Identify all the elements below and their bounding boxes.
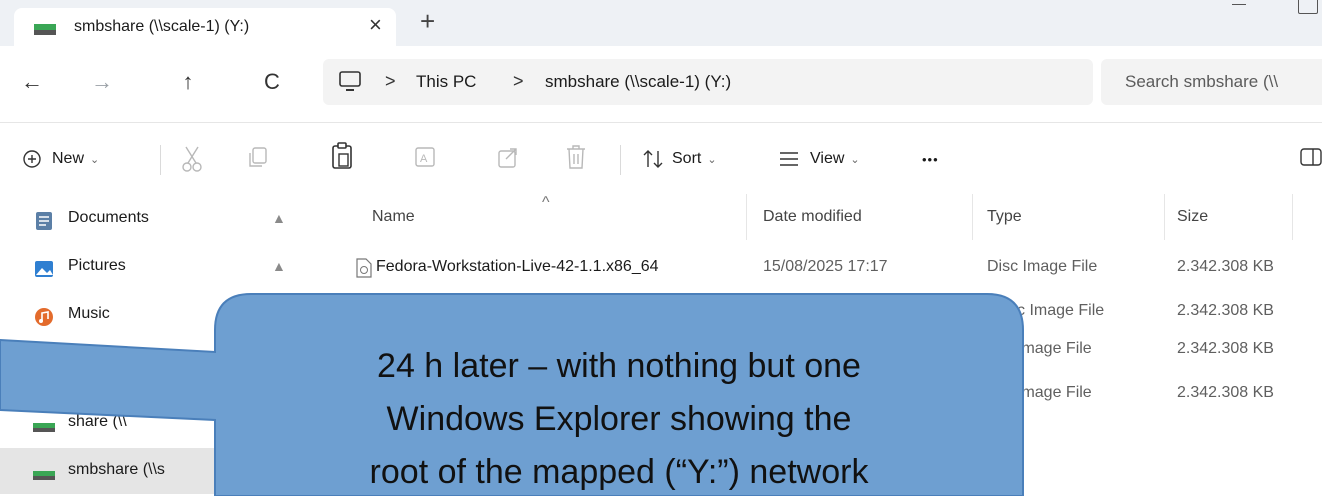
chevron-down-icon: ⌄ bbox=[850, 153, 860, 166]
view-icon bbox=[780, 152, 798, 166]
refresh-button[interactable]: C bbox=[256, 64, 288, 100]
pin-icon: ▲ bbox=[272, 210, 286, 226]
network-drive-icon bbox=[34, 24, 56, 35]
column-header-type[interactable]: Type bbox=[987, 208, 1022, 226]
file-type: sc Image File bbox=[1009, 302, 1105, 319]
rename-icon[interactable]: A bbox=[413, 145, 439, 171]
forward-button[interactable]: → bbox=[86, 64, 118, 100]
column-header-name[interactable]: Name bbox=[372, 208, 415, 226]
delete-icon[interactable] bbox=[564, 143, 588, 171]
details-pane-icon[interactable] bbox=[1300, 147, 1322, 167]
pin-icon: ▲ bbox=[272, 258, 286, 274]
pictures-icon bbox=[35, 261, 53, 277]
sidebar-item-pictures[interactable]: Pictures ▲ bbox=[0, 244, 322, 290]
sort-ascending-indicator: ^ bbox=[542, 194, 550, 211]
breadcrumb-smbshare[interactable]: smbshare (\\scale-1) (Y:) bbox=[545, 72, 731, 92]
tab-smbshare[interactable]: smbshare (\\scale-1) (Y:) × bbox=[14, 8, 396, 46]
command-bar: New ⌄ A Sort ⌄ View ⌄ ••• bbox=[0, 122, 1322, 194]
column-header-date[interactable]: Date modified bbox=[763, 208, 862, 226]
callout-text: 24 h later – with nothing but one Window… bbox=[215, 306, 1023, 496]
paste-icon[interactable] bbox=[330, 141, 354, 171]
music-icon bbox=[35, 308, 53, 326]
view-label: View bbox=[810, 150, 845, 167]
svg-text:A: A bbox=[420, 153, 428, 165]
breadcrumb-separator: > bbox=[385, 71, 396, 91]
divider bbox=[160, 145, 161, 175]
sidebar-item-label: Documents bbox=[68, 209, 149, 226]
chevron-down-icon: ⌄ bbox=[707, 153, 717, 166]
search-box[interactable] bbox=[1101, 59, 1322, 105]
more-options-button[interactable]: ••• bbox=[922, 143, 939, 175]
file-size: 2.342.308 KB bbox=[1177, 384, 1274, 401]
callout-line: Windows Explorer showing the bbox=[386, 400, 852, 438]
file-type: Image File bbox=[1017, 340, 1092, 357]
column-header-size[interactable]: Size bbox=[1177, 208, 1208, 226]
network-drive-icon bbox=[33, 423, 55, 432]
tab-bar: smbshare (\\scale-1) (Y:) × + bbox=[0, 0, 1322, 46]
file-type: Disc Image File bbox=[987, 258, 1098, 275]
callout-line: root of the mapped (“Y:”) network bbox=[369, 453, 869, 491]
new-label: New bbox=[52, 150, 85, 167]
maximize-button[interactable] bbox=[1298, 0, 1318, 14]
chevron-down-icon: ⌄ bbox=[90, 153, 100, 166]
address-bar[interactable]: > This PC > smbshare (\\scale-1) (Y:) bbox=[323, 59, 1093, 105]
divider bbox=[620, 145, 621, 175]
this-pc-icon bbox=[339, 71, 361, 91]
copy-icon[interactable] bbox=[246, 145, 270, 171]
file-size: 2.342.308 KB bbox=[1177, 302, 1274, 319]
search-input[interactable] bbox=[1125, 59, 1322, 105]
close-tab-icon[interactable]: × bbox=[369, 14, 382, 36]
back-button[interactable]: ← bbox=[16, 64, 48, 100]
sort-icon bbox=[643, 150, 663, 168]
documents-icon bbox=[36, 212, 52, 230]
file-date: 15/08/2025 17:17 bbox=[763, 258, 888, 275]
share-icon[interactable] bbox=[496, 145, 522, 171]
column-divider bbox=[746, 194, 747, 240]
up-button[interactable]: ↑ bbox=[172, 64, 204, 100]
file-size: 2.342.308 KB bbox=[1177, 340, 1274, 357]
minimize-button[interactable] bbox=[1232, 4, 1246, 5]
file-size: 2.342.308 KB bbox=[1177, 258, 1274, 275]
sidebar-item-documents[interactable]: Documents ▲ bbox=[0, 196, 322, 242]
callout-line: 24 h later – with nothing but one bbox=[377, 347, 861, 385]
new-tab-button[interactable]: + bbox=[420, 8, 435, 34]
sidebar-item-label: smbshare (\\s bbox=[68, 461, 165, 478]
breadcrumb-separator: > bbox=[513, 71, 524, 91]
network-drive-icon bbox=[33, 471, 55, 480]
plus-circle-icon bbox=[23, 150, 41, 168]
sidebar-item-label: share (\\ bbox=[68, 413, 127, 430]
breadcrumb-this-pc[interactable]: This PC bbox=[416, 72, 476, 92]
navigation-bar: ← → ↑ C > This PC > smbshare (\\scale-1)… bbox=[0, 46, 1322, 122]
sidebar-item-label: Music bbox=[68, 305, 110, 322]
file-type: Image File bbox=[1017, 384, 1092, 401]
disc-image-file-icon bbox=[356, 258, 372, 278]
sort-label: Sort bbox=[672, 150, 702, 167]
sidebar-item-label: Pictures bbox=[68, 257, 126, 274]
tab-title: smbshare (\\scale-1) (Y:) bbox=[74, 18, 250, 35]
new-button[interactable]: New ⌄ bbox=[22, 143, 99, 175]
column-divider bbox=[1164, 194, 1165, 240]
column-divider bbox=[972, 194, 973, 240]
file-name: Fedora-Workstation-Live-42-1.1.x86_64 bbox=[376, 258, 659, 275]
table-row[interactable]: Fedora-Workstation-Live-42-1.1.x86_64 15… bbox=[322, 246, 1322, 288]
sort-button[interactable]: Sort ⌄ bbox=[642, 143, 717, 175]
cut-icon[interactable] bbox=[180, 145, 204, 173]
column-divider bbox=[1292, 194, 1293, 240]
view-button[interactable]: View ⌄ bbox=[778, 143, 860, 175]
